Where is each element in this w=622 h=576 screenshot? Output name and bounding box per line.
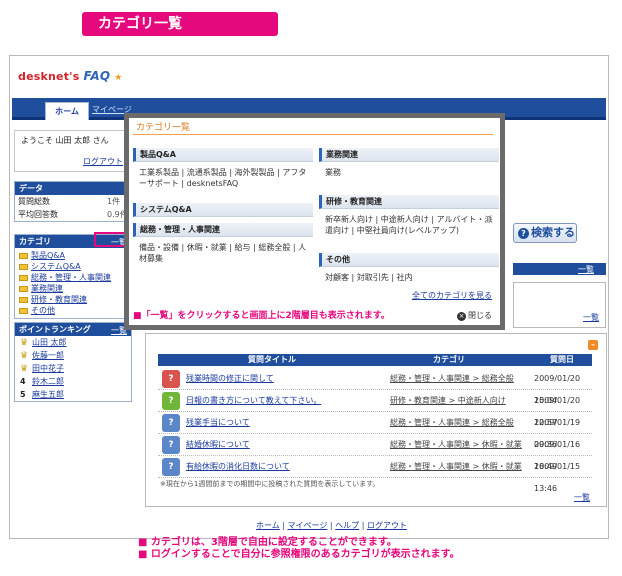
popup-title: カテゴリ一覧 xyxy=(133,121,493,135)
question-category-link[interactable]: 研修・教育関連 > 中途新人向け xyxy=(390,390,506,412)
popup-category-head[interactable]: 総務・管理・人事関連 xyxy=(133,223,313,237)
popup-category-body[interactable]: 工業系製品 | 流通系製品 | 海外製製品 | アフターサポート | deskn… xyxy=(133,162,313,194)
footer-help-link[interactable]: ヘルプ xyxy=(335,521,359,530)
question-table: ⌁ 質問タイトル カテゴリ 質問日 ? 残業時間の修正に関して 総務・管理・人事… xyxy=(145,333,607,507)
category-popup: カテゴリ一覧 製品Q&A 工業系製品 | 流通系製品 | 海外製製品 | アフタ… xyxy=(124,113,505,330)
category-item[interactable]: 製品Q&A xyxy=(15,250,131,261)
popup-category-head[interactable]: その他 xyxy=(319,253,499,267)
right-panel-ichiran-link[interactable]: 一覧 xyxy=(583,312,599,323)
question-category-link[interactable]: 総務・管理・人事関連 > 休暇・就業 xyxy=(390,456,522,478)
popup-category-head[interactable]: システムQ&A xyxy=(133,203,313,217)
question-icon: ? xyxy=(518,228,529,239)
folder-icon xyxy=(19,285,28,292)
logout-link[interactable]: ログアウト xyxy=(83,156,123,167)
footer-links: ホーム | マイページ | ヘルプ | ログアウト xyxy=(256,521,407,530)
ranking-row[interactable]: ♛ 田中花子 xyxy=(15,362,131,375)
question-status-icon: ? xyxy=(162,458,180,476)
popup-category-head[interactable]: 製品Q&A xyxy=(133,148,313,162)
popup-category-body[interactable]: 新卒新人向け | 中途新人向け | アルバイト・派遣向け | 中堅社員向け(レベ… xyxy=(319,209,499,241)
bottom-notes: ■ カテゴリは、3階層で自由に設定することができます。 ■ ログインすることで自… xyxy=(138,537,460,561)
question-category-link[interactable]: 総務・管理・人事関連 > 総務全般 xyxy=(390,412,514,434)
folder-icon xyxy=(19,252,28,259)
folder-icon xyxy=(19,296,28,303)
data-row: 質問総数 1件 xyxy=(18,197,121,206)
close-icon: × xyxy=(457,312,466,321)
question-status-icon: ? xyxy=(162,370,180,388)
question-title-link[interactable]: 結婚休暇について xyxy=(186,434,250,456)
table-row: ? 結婚休暇について 総務・管理・人事関連 > 休暇・就業 2009/01/16… xyxy=(158,434,592,471)
question-title-link[interactable]: 残業手当について xyxy=(186,412,250,434)
category-item[interactable]: 業務関連 xyxy=(15,283,131,294)
table-row: ? 残業時間の修正に関して 総務・管理・人事関連 > 総務全般 2009/01/… xyxy=(158,368,592,405)
category-item[interactable]: 研修・教育関連 xyxy=(15,294,131,305)
page-banner: カテゴリ一覧 xyxy=(82,12,278,36)
question-status-icon: ? xyxy=(162,414,180,432)
footer-logout-link[interactable]: ログアウト xyxy=(367,521,407,530)
category-item[interactable]: その他 xyxy=(15,305,131,316)
question-status-icon: ? xyxy=(162,392,180,410)
all-categories-link[interactable]: 全てのカテゴリを見る xyxy=(412,290,492,301)
ranking-box-title: ポイントランキング 一覧 xyxy=(15,323,131,336)
question-title-link[interactable]: 有給休暇の消化日数について xyxy=(186,456,290,478)
table-note: ※現在から1週間前までの期間中に投稿された質問を表示しています。 xyxy=(160,480,380,488)
right-ichiran-link[interactable]: 一覧 xyxy=(578,264,594,275)
ranking-row[interactable]: ♛ 山田 太郎 xyxy=(15,336,131,349)
welcome-text: ようこそ 山田 太郎 さん xyxy=(21,136,109,145)
highlight-callout xyxy=(94,232,126,247)
table-header: 質問タイトル カテゴリ 質問日 xyxy=(158,354,592,366)
star-icon: ★ xyxy=(114,73,123,83)
bottom-note: ■ カテゴリは、3階層で自由に設定することができます。 xyxy=(138,537,397,548)
popup-category: その他 対顧客 | 対取引先 | 社内 xyxy=(319,253,499,288)
data-box: データ 質問総数 1件 平均回答数 0.9件 xyxy=(14,181,132,222)
data-row: 平均回答数 0.9件 xyxy=(18,210,128,219)
table-row: ? 有給休暇の消化日数について 総務・管理・人事関連 > 休暇・就業 2009/… xyxy=(158,456,592,493)
table-row: ? 日報の書き方について教えて下さい。 研修・教育関連 > 中途新人向け 200… xyxy=(158,390,592,427)
welcome-box: ようこそ 山田 太郎 さん ログアウト xyxy=(14,130,132,172)
footer-home-link[interactable]: ホーム xyxy=(256,521,280,530)
question-category-link[interactable]: 総務・管理・人事関連 > 休暇・就業 xyxy=(390,434,522,456)
popup-category: 研修・教育関連 新卒新人向け | 中途新人向け | アルバイト・派遣向け | 中… xyxy=(319,195,499,241)
category-item[interactable]: 総務・管理・人事関連 xyxy=(15,272,131,283)
table-row: ? 残業手当について 総務・管理・人事関連 > 総務全般 2009/01/19 … xyxy=(158,412,592,449)
folder-icon xyxy=(19,263,28,270)
folder-icon xyxy=(19,274,28,281)
question-status-icon: ? xyxy=(162,436,180,454)
search-button[interactable]: ? 検索する xyxy=(513,223,577,243)
data-box-title: データ xyxy=(15,182,131,195)
question-category-link[interactable]: 総務・管理・人事関連 > 総務全般 xyxy=(390,368,514,390)
ranking-row[interactable]: 5 麻生五郎 xyxy=(15,388,131,401)
popup-category: 業務関連 業務 xyxy=(319,148,499,183)
app-logo: desknet's FAQ ★ xyxy=(18,69,123,83)
footer-mypage-link[interactable]: マイページ xyxy=(288,521,328,530)
ranking-row[interactable]: 4 鈴木二郎 xyxy=(15,375,131,388)
popup-category-head[interactable]: 業務関連 xyxy=(319,148,499,162)
rss-icon[interactable]: ⌁ xyxy=(588,340,598,350)
question-title-link[interactable]: 残業時間の修正に関して xyxy=(186,368,274,390)
bottom-note: ■ ログインすることで自分に参照権限のあるカテゴリが表示されます。 xyxy=(138,549,460,560)
tab-home[interactable]: ホーム xyxy=(45,102,89,120)
folder-icon xyxy=(19,307,28,314)
question-title-link[interactable]: 日報の書き方について教えて下さい。 xyxy=(186,390,321,412)
popup-category-head[interactable]: 研修・教育関連 xyxy=(319,195,499,209)
popup-category: 製品Q&A 工業系製品 | 流通系製品 | 海外製製品 | アフターサポート |… xyxy=(133,148,313,194)
popup-category-body[interactable]: 業務 xyxy=(319,162,499,183)
category-item[interactable]: システムQ&A xyxy=(15,261,131,272)
popup-hint: ■「一覧」をクリックすると画面上に2階層目も表示されます。 xyxy=(133,311,390,321)
ranking-box: ポイントランキング 一覧 ♛ 山田 太郎 ♛ 佐藤一郎 ♛ 田中花子 4 鈴木二郎 5麻… xyxy=(14,322,132,402)
popup-category-body[interactable]: 備品・設備 | 休暇・就業 | 給与 | 総務全般 | 人材募集 xyxy=(133,237,313,269)
right-panel: 一覧 xyxy=(513,282,606,328)
table-ichiran-link[interactable]: 一覧 xyxy=(574,492,590,503)
popup-category: 総務・管理・人事関連 備品・設備 | 休暇・就業 | 給与 | 総務全般 | 人… xyxy=(133,223,313,269)
popup-category-body[interactable]: 対顧客 | 対取引先 | 社内 xyxy=(319,267,499,288)
popup-close-button[interactable]: × 閉じる xyxy=(457,310,492,321)
ranking-row[interactable]: ♛ 佐藤一郎 xyxy=(15,349,131,362)
popup-category: システムQ&A xyxy=(133,203,313,217)
